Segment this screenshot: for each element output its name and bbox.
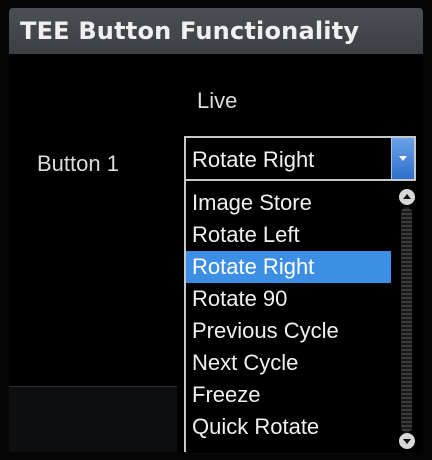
- option-rotate-left[interactable]: Rotate Left: [186, 219, 391, 251]
- chevron-down-icon: [399, 156, 407, 161]
- tee-button-functionality-panel: TEE Button Functionality Live Button 1 R…: [9, 8, 423, 452]
- inner-frame: [9, 386, 177, 452]
- chevron-down-icon: [403, 439, 411, 444]
- panel-body: Live Button 1 Rotate Right Image Store R…: [9, 54, 423, 452]
- scroll-up-button[interactable]: [399, 189, 415, 205]
- option-rotate-90[interactable]: Rotate 90: [186, 283, 391, 315]
- option-image-store[interactable]: Image Store: [186, 187, 391, 219]
- title-bar: TEE Button Functionality: [9, 8, 423, 55]
- panel-title: TEE Button Functionality: [20, 17, 360, 45]
- button-1-select[interactable]: Rotate Right: [184, 136, 416, 181]
- dropdown-list[interactable]: Image Store Rotate Left Rotate Right Rot…: [184, 181, 416, 452]
- option-quick-rotate[interactable]: Quick Rotate: [186, 411, 391, 443]
- dropdown-scrollbar[interactable]: [397, 187, 416, 451]
- column-header-live: Live: [197, 88, 238, 113]
- dropdown-toggle-button[interactable]: [391, 138, 414, 179]
- option-rotate-right[interactable]: Rotate Right: [186, 251, 391, 283]
- option-previous-cycle[interactable]: Previous Cycle: [186, 315, 391, 347]
- select-value: Rotate Right: [192, 147, 315, 172]
- chevron-up-icon: [403, 194, 411, 199]
- option-freeze[interactable]: Freeze: [186, 379, 391, 411]
- scroll-track[interactable]: [401, 207, 412, 433]
- button-1-label: Button 1: [37, 151, 119, 176]
- option-next-cycle[interactable]: Next Cycle: [186, 347, 391, 379]
- scroll-down-button[interactable]: [399, 433, 415, 449]
